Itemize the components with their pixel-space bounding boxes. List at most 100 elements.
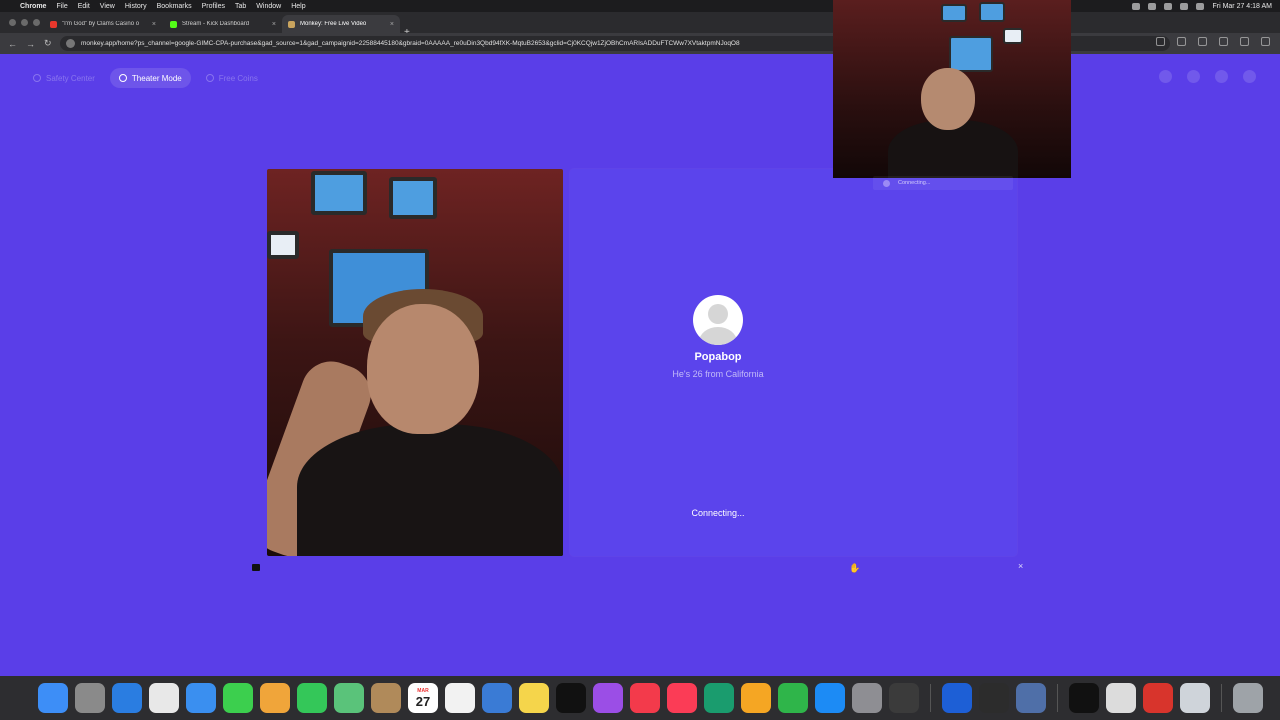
close-tab-icon[interactable]: × <box>390 21 394 28</box>
dock-contacts-icon[interactable] <box>371 683 401 713</box>
site-info-icon[interactable] <box>66 39 75 48</box>
free-coins-button[interactable]: Free Coins <box>197 68 267 88</box>
dock-chrome-icon[interactable] <box>149 683 179 713</box>
dock-trash-icon[interactable] <box>1233 683 1263 713</box>
sidebar-icon[interactable] <box>1219 37 1228 46</box>
close-window-button[interactable] <box>9 19 16 26</box>
wifi-icon[interactable] <box>1132 2 1141 10</box>
shield-icon <box>33 74 41 82</box>
extensions-icon[interactable] <box>1198 37 1207 46</box>
dock-mail-icon[interactable] <box>186 683 216 713</box>
dock-keynote-icon[interactable] <box>482 683 512 713</box>
bookmark-star-icon[interactable] <box>1177 37 1186 46</box>
dock-pdf-icon[interactable] <box>1143 683 1173 713</box>
self-video <box>267 169 563 556</box>
history-icon[interactable] <box>1187 70 1200 83</box>
connecting-status: Connecting... <box>691 508 745 518</box>
menu-history[interactable]: History <box>125 3 147 10</box>
dock-final-cut-icon[interactable] <box>889 683 919 713</box>
dock-separator <box>1057 684 1058 712</box>
dock-obs-icon[interactable] <box>979 683 1009 713</box>
dock-pages-icon[interactable] <box>741 683 771 713</box>
match-panel: Popabop He's 26 from California Connecti… <box>570 169 1017 556</box>
dock-preview-icon[interactable] <box>1016 683 1046 713</box>
menu-clock[interactable]: Fri Mar 27 4:18 AM <box>1212 3 1272 10</box>
coins-icon[interactable] <box>1159 70 1172 83</box>
search-icon[interactable] <box>1180 2 1189 10</box>
status-icons: Fri Mar 27 4:18 AM <box>1132 0 1272 12</box>
forward-arrow-icon[interactable]: → <box>26 39 36 49</box>
dock-numbers-icon[interactable] <box>778 683 808 713</box>
menu-view[interactable]: View <box>100 3 115 10</box>
dock-launchpad-icon[interactable] <box>75 683 105 713</box>
dock-maps-icon[interactable] <box>334 683 364 713</box>
install-icon[interactable] <box>1156 37 1165 46</box>
toolbar-icons <box>1156 37 1270 46</box>
tab-bar: "I'm God" by Clams Casino o × Stream - K… <box>0 12 1280 38</box>
back-arrow-icon[interactable]: ← <box>8 39 18 49</box>
dock-separator <box>930 684 931 712</box>
top-right-icons <box>1159 70 1256 83</box>
minimize-window-button[interactable] <box>21 19 28 26</box>
avatar-head <box>708 304 728 324</box>
dock-calendar-icon[interactable]: MAR 27 <box>408 683 438 713</box>
profile-icon[interactable] <box>1240 37 1249 46</box>
youtube-favicon-icon <box>50 20 57 28</box>
close-tab-icon[interactable]: × <box>272 21 276 28</box>
tab-monkey[interactable]: Monkey: Free Live Video × <box>282 15 400 33</box>
control-center-icon[interactable] <box>1196 2 1205 10</box>
dock-podcasts-icon[interactable] <box>593 683 623 713</box>
webcam-overlay <box>833 0 1071 178</box>
safety-center-button[interactable]: Safety Center <box>24 68 104 88</box>
coin-icon <box>205 74 214 82</box>
dock-photos-icon[interactable] <box>260 683 290 713</box>
dock-music-file-icon[interactable] <box>1106 683 1136 713</box>
tab-title: "I'm God" by Clams Casino o <box>62 21 140 27</box>
chat-icon[interactable] <box>1215 70 1228 83</box>
bluetooth-icon[interactable] <box>1148 2 1157 10</box>
menu-edit[interactable]: Edit <box>78 3 90 10</box>
dock-capcut-icon[interactable] <box>1069 683 1099 713</box>
dock-settings-icon[interactable] <box>852 683 882 713</box>
theater-mode-label: Theater Mode <box>131 73 182 83</box>
dock-messages-icon[interactable] <box>223 683 253 713</box>
menu-app-name[interactable]: Chrome <box>20 3 46 10</box>
dock-news-icon[interactable] <box>630 683 660 713</box>
menu-bar: Chrome File Edit View History Bookmarks … <box>0 0 1280 12</box>
close-icon[interactable]: × <box>1018 561 1023 571</box>
reload-icon[interactable]: ↻ <box>44 38 54 49</box>
status-dot-icon <box>883 179 890 187</box>
tv-screen <box>949 36 993 72</box>
dock-music-icon[interactable] <box>667 683 697 713</box>
battery-icon[interactable] <box>1164 2 1173 10</box>
menu-file[interactable]: File <box>56 3 67 10</box>
expand-icon <box>118 74 127 82</box>
body <box>297 424 563 556</box>
close-tab-icon[interactable]: × <box>152 21 156 28</box>
address-bar: ← → ↻ monkey.app/home?ps_channel=google-… <box>0 33 1280 54</box>
zoom-window-button[interactable] <box>33 19 40 26</box>
tab-clams-casino[interactable]: "I'm God" by Clams Casino o × <box>44 15 162 33</box>
dock-finder-icon[interactable] <box>38 683 68 713</box>
menu-window[interactable]: Window <box>256 3 281 10</box>
pip-status-bar: Connecting... <box>873 176 1013 190</box>
dock-facetime-icon[interactable] <box>297 683 327 713</box>
tv-screen <box>389 177 437 219</box>
more-menu-icon[interactable] <box>1261 37 1270 46</box>
dock-tv-icon[interactable] <box>556 683 586 713</box>
menu-tab[interactable]: Tab <box>235 3 246 10</box>
dock-safari-icon[interactable] <box>112 683 142 713</box>
avatar[interactable] <box>1243 70 1256 83</box>
menu-profiles[interactable]: Profiles <box>202 3 225 10</box>
dock-finder-window-icon[interactable] <box>1180 683 1210 713</box>
url-text: monkey.app/home?ps_channel=google-GIMC-C… <box>81 40 740 47</box>
menu-bookmarks[interactable]: Bookmarks <box>157 3 192 10</box>
dock-app-store-icon[interactable] <box>815 683 845 713</box>
menu-help[interactable]: Help <box>291 3 305 10</box>
dock-notes-icon[interactable] <box>519 683 549 713</box>
dock-affinity-icon[interactable] <box>704 683 734 713</box>
tab-kick-dashboard[interactable]: Stream - Kick Dashboard × <box>164 15 282 33</box>
dock-reminders-icon[interactable] <box>445 683 475 713</box>
theater-mode-button[interactable]: Theater Mode <box>109 68 191 88</box>
dock-quicktime-icon[interactable] <box>942 683 972 713</box>
